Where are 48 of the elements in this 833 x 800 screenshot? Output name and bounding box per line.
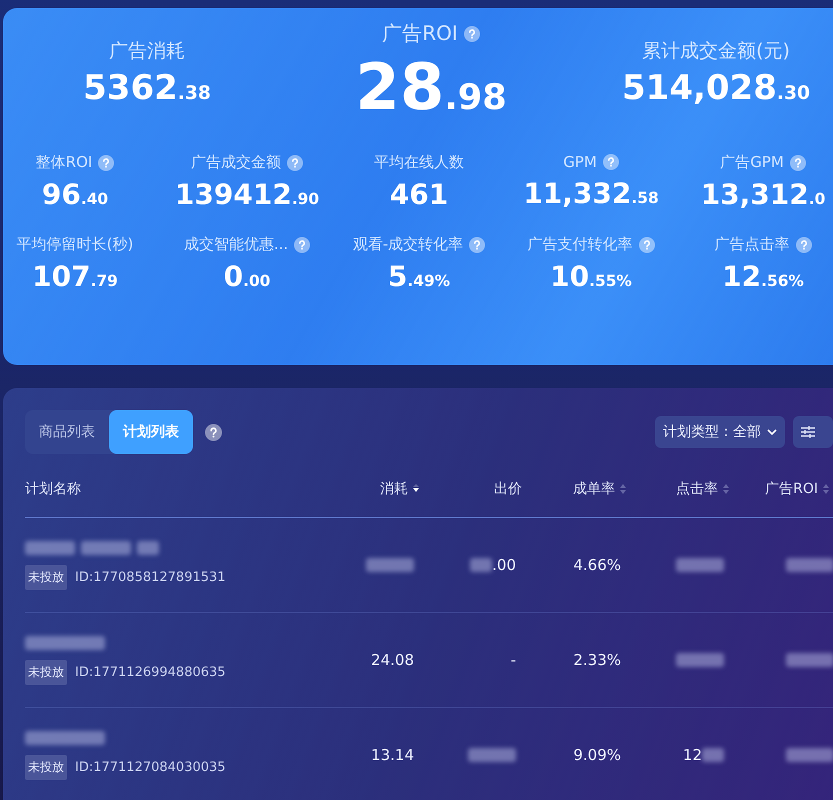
metric-label: 累计成交金额(元) bbox=[642, 39, 790, 64]
metric-value: 10.55% bbox=[550, 262, 632, 293]
metric-label: 广告消耗 bbox=[109, 39, 185, 64]
metric-value: 0.00 bbox=[224, 262, 270, 293]
column-header[interactable]: 计划名称 bbox=[25, 480, 335, 498]
metric-label: 平均停留时长(秒) bbox=[16, 235, 134, 254]
metric-value: 12.56% bbox=[722, 262, 804, 293]
status-badge: 未投放 bbox=[25, 660, 67, 684]
metric-label: 广告点击率 bbox=[714, 235, 790, 254]
cell-value: 24.08 bbox=[371, 651, 414, 669]
column-header[interactable]: 出价 bbox=[420, 480, 522, 498]
metric-value: 28.98 bbox=[355, 53, 507, 124]
metric-value: 5362.38 bbox=[83, 70, 211, 108]
metric-value: 514,028.30 bbox=[622, 70, 810, 108]
metric-value: 11,332.58 bbox=[523, 179, 659, 210]
cell-value: 2.33% bbox=[573, 651, 621, 669]
cell-value: 13.14 bbox=[371, 746, 414, 764]
metric-label: 整体ROI bbox=[36, 153, 92, 172]
metric-label: GPM bbox=[563, 153, 597, 172]
metric-value: 461 bbox=[390, 180, 448, 212]
cell-value: 4.66% bbox=[573, 556, 621, 574]
cell-value: - bbox=[510, 651, 516, 669]
status-badge: 未投放 bbox=[25, 754, 67, 780]
metric-label: 观看-成交转化率 bbox=[352, 235, 464, 254]
metric-value: 5.49% bbox=[388, 262, 450, 293]
plan-id: ID:1771126994880635 bbox=[75, 664, 226, 680]
metric-value: 107.79 bbox=[32, 262, 118, 293]
metric-value: 96.40 bbox=[42, 180, 108, 212]
column-header[interactable]: 广告ROI bbox=[730, 480, 830, 498]
column-header[interactable]: 成单率 bbox=[522, 480, 627, 498]
plan-type-dropdown[interactable]: 计划类型：全部 bbox=[655, 416, 785, 448]
metric-label: 广告成交金额 bbox=[191, 153, 281, 172]
column-header[interactable]: 消耗 bbox=[335, 480, 420, 498]
metric-value: 13,312.0 bbox=[700, 180, 826, 212]
cell-value: 9.09% bbox=[573, 746, 621, 764]
metric-label: 平均在线人数 bbox=[374, 153, 464, 172]
metric-label: 广告GPM bbox=[720, 153, 784, 172]
tab[interactable]: 商品列表 bbox=[25, 410, 109, 454]
metric-value: 139412.90 bbox=[174, 180, 320, 212]
metric-label: 成交智能优惠... bbox=[184, 235, 288, 254]
metric-label: 广告ROI bbox=[382, 20, 458, 47]
plan-id: ID:1770858127891531 bbox=[75, 570, 226, 584]
cell-value: 12 bbox=[682, 746, 702, 764]
status-badge: 未投放 bbox=[25, 564, 67, 590]
column-header[interactable]: 点击率 bbox=[627, 480, 730, 498]
metric-label: 广告支付转化率 bbox=[528, 235, 632, 254]
plan-id: ID:1771127084030035 bbox=[75, 760, 226, 774]
cell-value: .00 bbox=[492, 556, 516, 574]
